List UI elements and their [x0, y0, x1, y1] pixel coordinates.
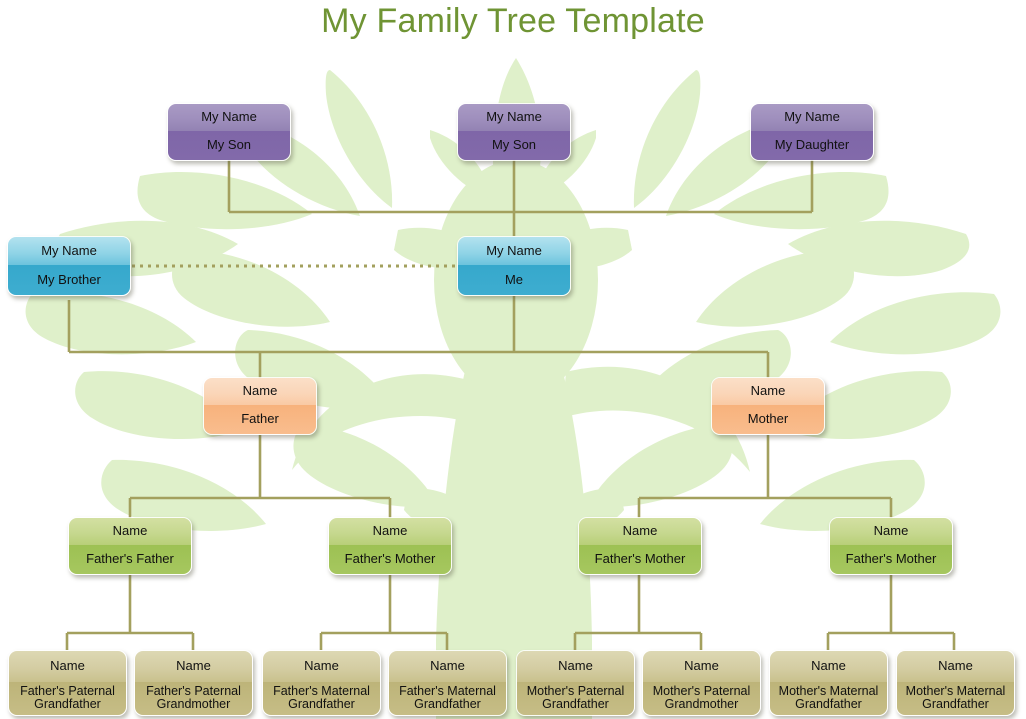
node-relation-label: Father: [204, 404, 316, 434]
node-name-label: Name: [770, 651, 887, 682]
node-relation-label: Father's Maternal Grandfather: [389, 681, 506, 715]
page-title: My Family Tree Template: [321, 2, 705, 40]
node-name-label: My Name: [458, 104, 570, 131]
node-grandparent-2[interactable]: Name Father's Mother: [328, 517, 452, 575]
node-great-grandparent-3[interactable]: Name Father's Maternal Grandfather: [262, 650, 381, 716]
node-great-grandparent-5[interactable]: Name Mother's Paternal Grandfather: [516, 650, 635, 716]
node-relation-label: Me: [458, 264, 570, 295]
node-name-label: Name: [135, 651, 252, 682]
node-me[interactable]: My Name Me: [457, 236, 571, 296]
node-relation-label: Father's Mother: [830, 544, 952, 574]
node-relation-label: Father's Paternal Grandfather: [9, 681, 126, 715]
node-great-grandparent-2[interactable]: Name Father's Paternal Grandmother: [134, 650, 253, 716]
node-name-label: Name: [643, 651, 760, 682]
node-relation-label: Father's Paternal Grandmother: [135, 681, 252, 715]
node-great-grandparent-8[interactable]: Name Mother's Maternal Grandfather: [896, 650, 1015, 716]
node-child-1[interactable]: My Name My Son: [167, 103, 291, 161]
node-name-label: Name: [389, 651, 506, 682]
node-name-label: Name: [263, 651, 380, 682]
node-name-label: My Name: [751, 104, 873, 131]
node-child-3[interactable]: My Name My Daughter: [750, 103, 874, 161]
node-great-grandparent-7[interactable]: Name Mother's Maternal Grandfather: [769, 650, 888, 716]
node-great-grandparent-1[interactable]: Name Father's Paternal Grandfather: [8, 650, 127, 716]
node-great-grandparent-4[interactable]: Name Father's Maternal Grandfather: [388, 650, 507, 716]
node-relation-label: Mother's Paternal Grandfather: [517, 681, 634, 715]
node-name-label: Name: [897, 651, 1014, 682]
node-name-label: Name: [69, 518, 191, 545]
node-relation-label: Mother: [712, 404, 824, 434]
node-relation-label: Father's Mother: [579, 544, 701, 574]
node-name-label: Name: [830, 518, 952, 545]
node-mother[interactable]: Name Mother: [711, 377, 825, 435]
node-name-label: Name: [329, 518, 451, 545]
node-name-label: Name: [9, 651, 126, 682]
node-father[interactable]: Name Father: [203, 377, 317, 435]
node-relation-label: Mother's Maternal Grandfather: [770, 681, 887, 715]
node-grandparent-3[interactable]: Name Father's Mother: [578, 517, 702, 575]
node-relation-label: My Son: [168, 130, 290, 160]
node-grandparent-1[interactable]: Name Father's Father: [68, 517, 192, 575]
node-grandparent-4[interactable]: Name Father's Mother: [829, 517, 953, 575]
node-relation-label: Father's Father: [69, 544, 191, 574]
node-my-brother[interactable]: My Name My Brother: [7, 236, 131, 296]
node-name-label: Name: [517, 651, 634, 682]
node-great-grandparent-6[interactable]: Name Mother's Paternal Grandmother: [642, 650, 761, 716]
node-relation-label: Mother's Maternal Grandfather: [897, 681, 1014, 715]
node-name-label: My Name: [8, 237, 130, 265]
node-relation-label: Father's Maternal Grandfather: [263, 681, 380, 715]
node-name-label: My Name: [458, 237, 570, 265]
node-relation-label: My Brother: [8, 264, 130, 295]
node-relation-label: My Daughter: [751, 130, 873, 160]
node-name-label: My Name: [168, 104, 290, 131]
node-child-2[interactable]: My Name My Son: [457, 103, 571, 161]
family-tree-canvas: My Family Tree Template My Name My Son M…: [0, 0, 1026, 719]
node-name-label: Name: [712, 378, 824, 405]
node-relation-label: Mother's Paternal Grandmother: [643, 681, 760, 715]
node-name-label: Name: [579, 518, 701, 545]
node-relation-label: My Son: [458, 130, 570, 160]
node-relation-label: Father's Mother: [329, 544, 451, 574]
node-name-label: Name: [204, 378, 316, 405]
